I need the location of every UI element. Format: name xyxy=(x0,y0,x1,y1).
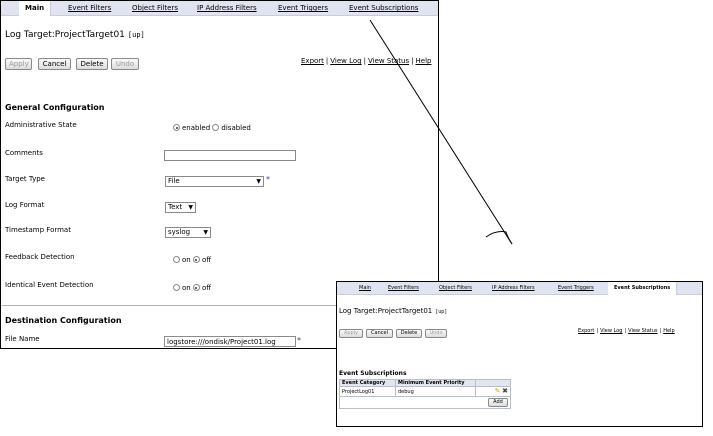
arrow-head xyxy=(485,231,513,245)
arrow-line xyxy=(369,19,513,245)
annotation-arrow xyxy=(369,19,513,245)
